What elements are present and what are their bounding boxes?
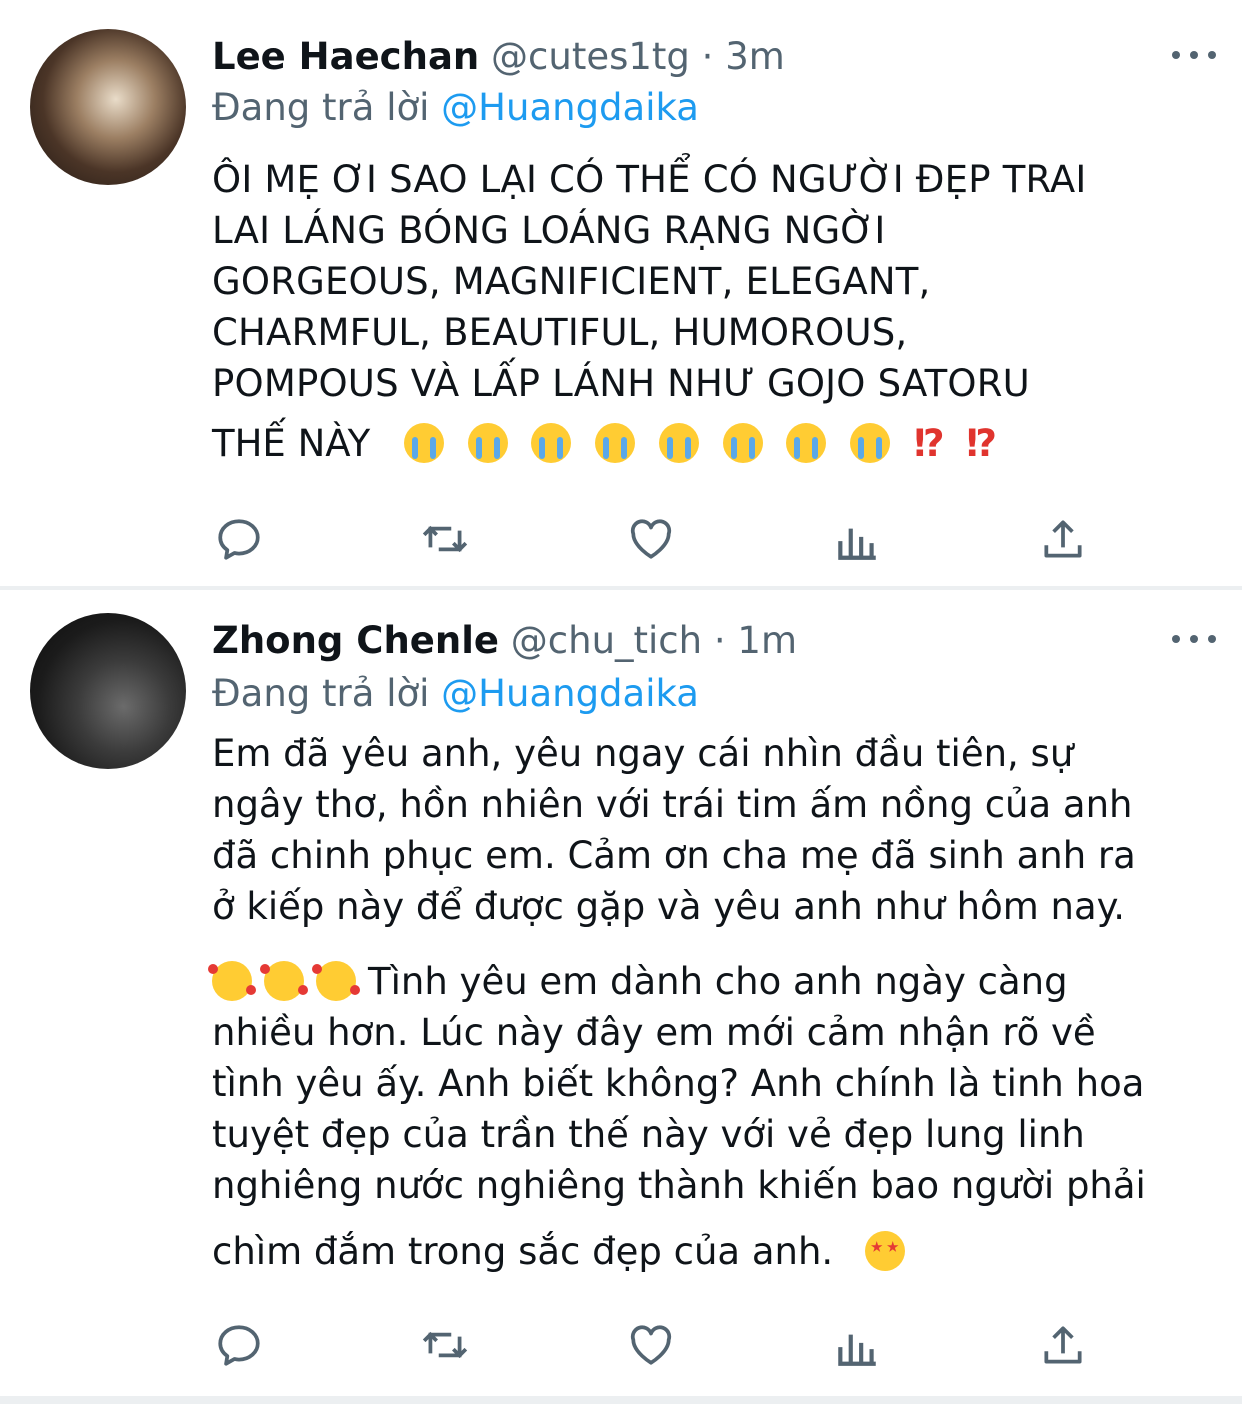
tweet-text-line: ngây thơ, hồn nhiên với trái tim ấm nồng… (212, 783, 1133, 826)
loudly-crying-face-icon (403, 423, 444, 463)
mention-link[interactable]: @Huangdaika (441, 672, 699, 715)
analytics-icon[interactable] (832, 1320, 882, 1370)
tweet-text-line: ở kiếp này để được gặp và yêu anh như hô… (212, 885, 1126, 928)
tweet-text: Em đã yêu anh, yêu ngay cái nhìn đầu tiê… (212, 728, 1212, 932)
reply-icon[interactable] (214, 514, 264, 564)
reply-icon[interactable] (214, 1320, 264, 1370)
tweet-actions (212, 514, 1092, 564)
tweet-text-line: POMPOUS VÀ LẤP LÁNH NHƯ GOJO SATORU (212, 362, 1030, 405)
user-handle[interactable]: @chu_tich (511, 619, 702, 662)
replying-to: Đang trả lời @Huangdaika (212, 672, 699, 716)
tweet-text-line: nhiều hơn. Lúc này đây em mới cảm nhận r… (212, 1011, 1096, 1054)
replying-label: Đang trả lời (212, 86, 430, 129)
replying-label: Đang trả lời (212, 672, 430, 715)
tweet-text-line: ÔI MẸ ƠI SAO LẠI CÓ THỂ CÓ NGƯỜI ĐẸP TRA… (212, 158, 1087, 201)
tweet-text-line: chìm đắm trong sắc đẹp của anh. (212, 1230, 834, 1273)
timestamp[interactable]: 3m (725, 35, 785, 78)
loudly-crying-face-icon (722, 423, 763, 463)
loudly-crying-face-icon (786, 423, 827, 463)
tweet[interactable]: Zhong Chenle @chu_tich · 1m Đang trả lời… (0, 590, 1242, 1398)
separator: · (701, 35, 714, 78)
separator: · (713, 619, 726, 662)
like-icon[interactable] (626, 1320, 676, 1370)
share-icon[interactable] (1038, 514, 1088, 564)
tweet-text-paragraph: Tình yêu em dành cho anh ngày càng nhiều… (208, 956, 1212, 1211)
smiling-face-with-hearts-icon (312, 961, 360, 1001)
avatar[interactable] (30, 613, 186, 769)
tweet-text-line: LAI LÁNG BÓNG LOÁNG RẠNG NGỜI (212, 209, 886, 252)
tweet-text-line: nghiêng nước nghiêng thành khiến bao ngư… (212, 1164, 1146, 1207)
tweet-text-tail: chìm đắm trong sắc đẹp của anh. (212, 1226, 917, 1278)
tweet-text-line: GORGEOUS, MAGNIFICIENT, ELEGANT, (212, 260, 931, 303)
interrobang-mark: ⁉ (913, 422, 945, 465)
analytics-icon[interactable] (832, 514, 882, 564)
interrobang-mark: ⁉ (966, 422, 998, 465)
retweet-icon[interactable] (420, 1320, 470, 1370)
tweet-text-line: CHARMFUL, BEAUTIFUL, HUMOROUS, (212, 311, 908, 354)
mention-link[interactable]: @Huangdaika (441, 86, 699, 129)
tweet[interactable]: Lee Haechan @cutes1tg · 3m Đang trả lời … (0, 0, 1242, 586)
like-icon[interactable] (626, 514, 676, 564)
tweet-text-tail: THẾ NÀY ⁉ ⁉ (212, 418, 1007, 470)
divider (0, 1396, 1242, 1404)
tweet-text-line: đã chinh phục em. Cảm ơn cha mẹ đã sinh … (212, 834, 1136, 877)
tweet-text-line: tình yêu ấy. Anh biết không? Anh chính l… (212, 1062, 1145, 1105)
timestamp[interactable]: 1m (737, 619, 797, 662)
loudly-crying-face-icon (467, 423, 508, 463)
user-handle[interactable]: @cutes1tg (491, 35, 690, 78)
tweet-text-line: Em đã yêu anh, yêu ngay cái nhìn đầu tiê… (212, 732, 1074, 775)
share-icon[interactable] (1038, 1320, 1088, 1370)
loudly-crying-face-icon (595, 423, 636, 463)
loudly-crying-face-icon (658, 423, 699, 463)
more-options-icon[interactable] (1172, 624, 1216, 654)
avatar[interactable] (30, 29, 186, 185)
tweet-text-line: THẾ NÀY (212, 422, 371, 465)
tweet-text-segment: Tình yêu em dành cho anh ngày càng (368, 960, 1068, 1003)
smiling-face-with-hearts-icon (208, 961, 256, 1001)
star-struck-icon (864, 1231, 905, 1271)
replying-to: Đang trả lời @Huangdaika (212, 86, 699, 130)
retweet-icon[interactable] (420, 514, 470, 564)
smiling-face-with-hearts-icon (260, 961, 308, 1001)
display-name[interactable]: Zhong Chenle (212, 619, 499, 662)
tweet-header: Lee Haechan @cutes1tg · 3m (212, 36, 785, 78)
tweet-text: ÔI MẸ ƠI SAO LẠI CÓ THỂ CÓ NGƯỜI ĐẸP TRA… (212, 154, 1212, 409)
tweet-header: Zhong Chenle @chu_tich · 1m (212, 620, 797, 662)
tweet-text-line: tuyệt đẹp của trần thế này với vẻ đẹp lu… (212, 1113, 1085, 1156)
loudly-crying-face-icon (531, 423, 572, 463)
tweet-text-line: Tình yêu em dành cho anh ngày càng (208, 956, 1212, 1007)
display-name[interactable]: Lee Haechan (212, 35, 479, 78)
more-options-icon[interactable] (1172, 40, 1216, 70)
loudly-crying-face-icon (850, 423, 891, 463)
tweet-actions (212, 1320, 1092, 1370)
